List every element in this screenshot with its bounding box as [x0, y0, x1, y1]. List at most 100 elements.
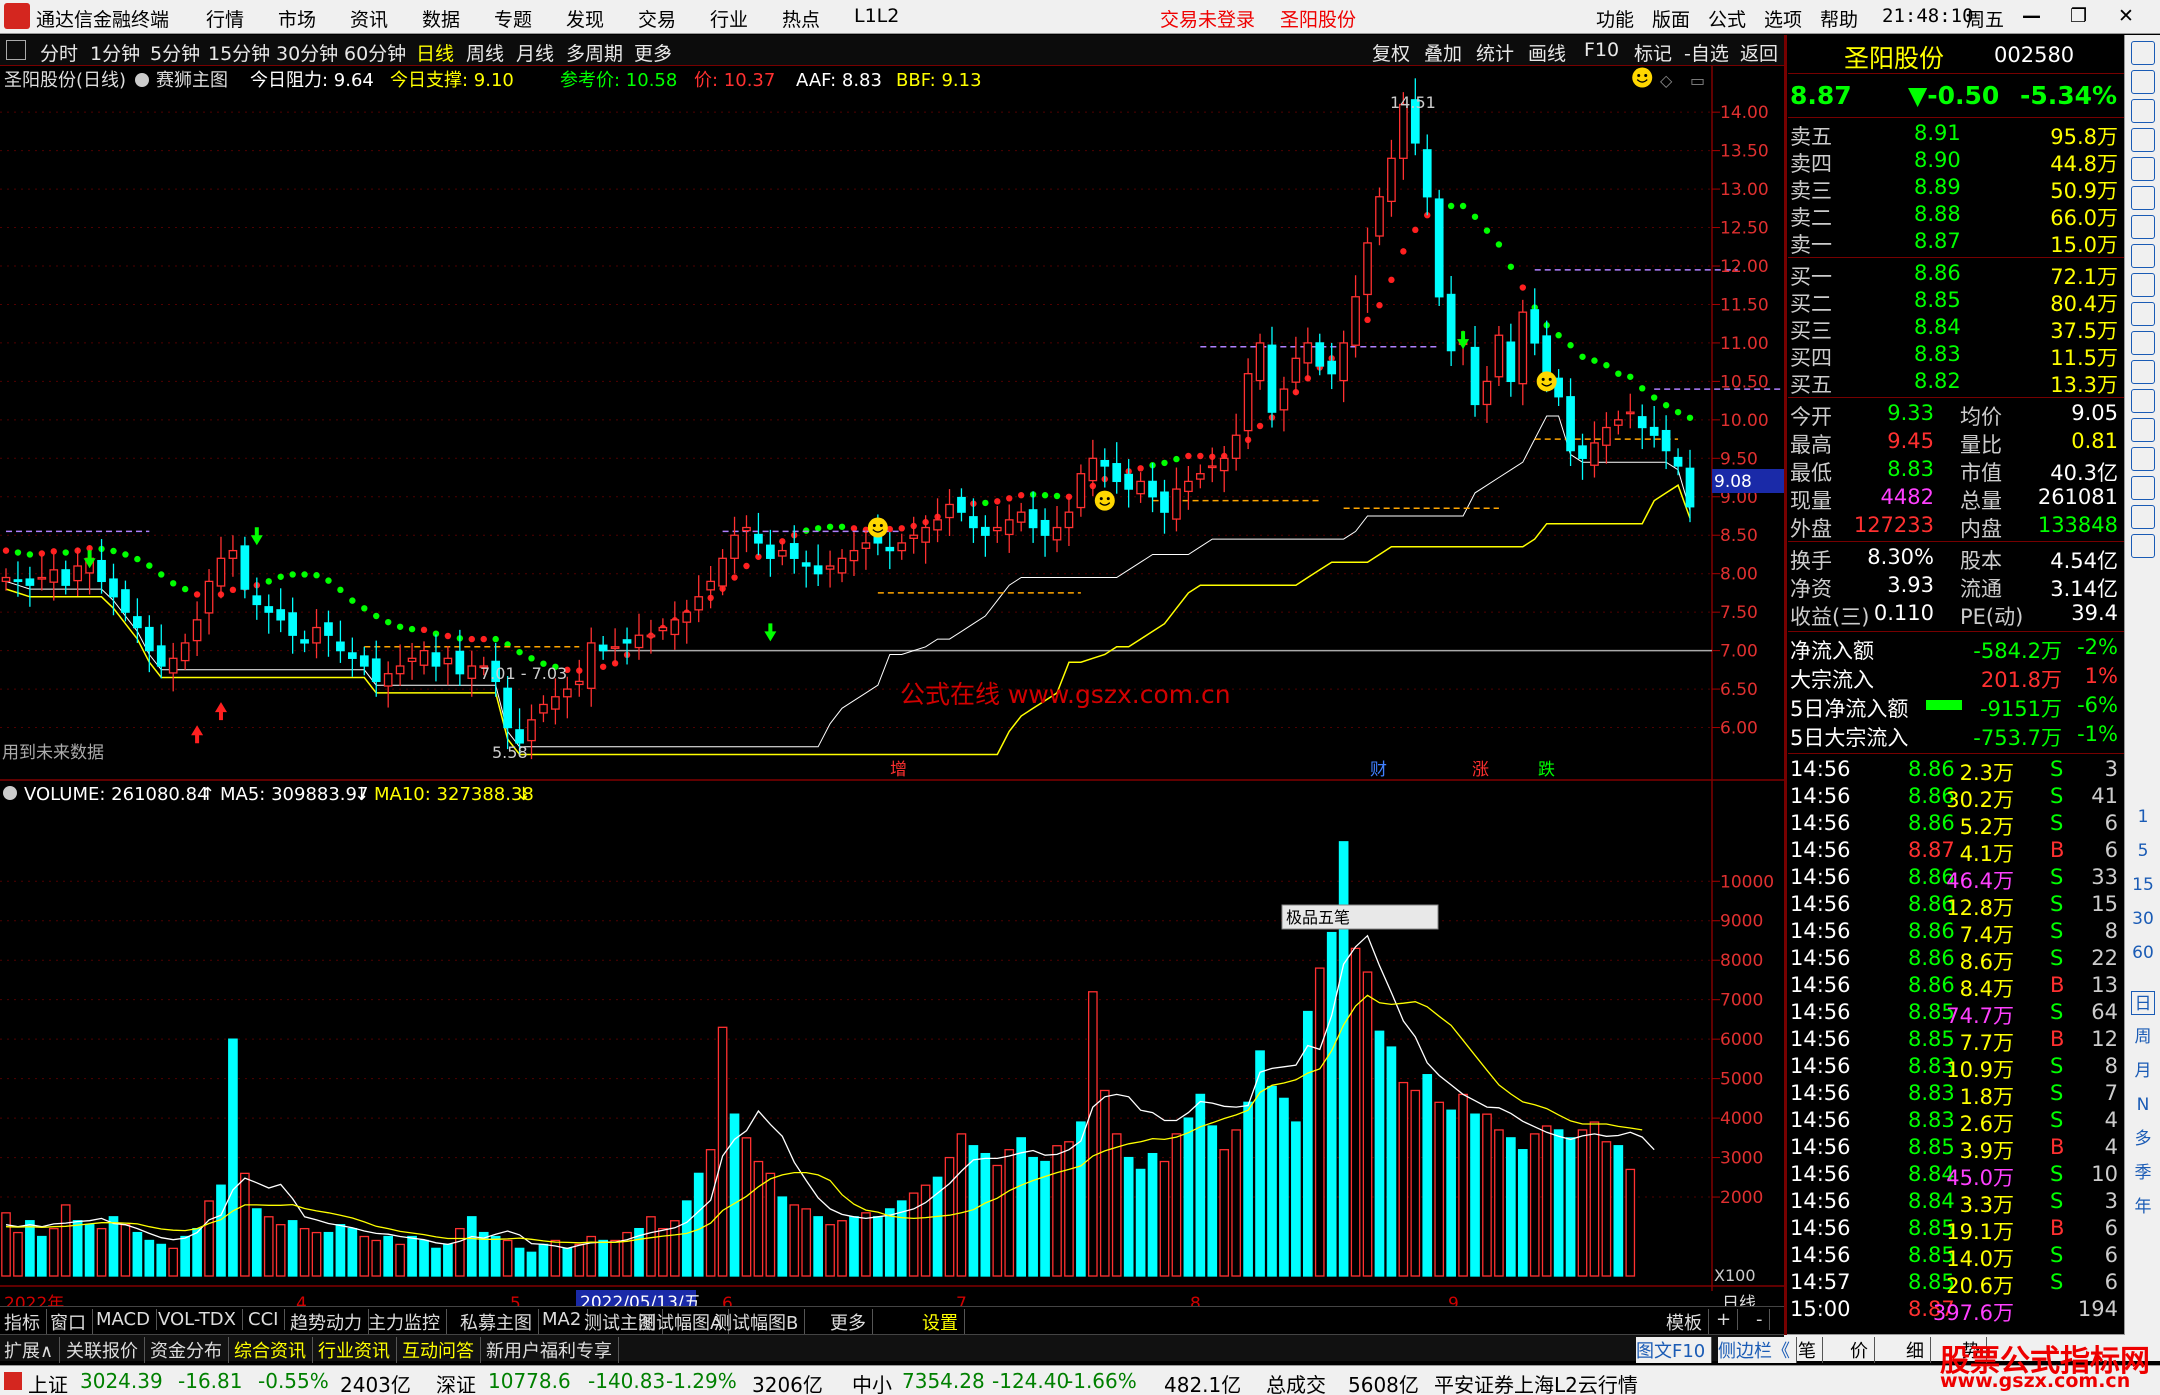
sidebar-tool-icon[interactable]: [2131, 41, 2155, 65]
sidebar-minute-30[interactable]: 30: [2131, 907, 2155, 931]
tool-biaoji[interactable]: 标记: [1634, 39, 1672, 66]
menu-xuanxiang[interactable]: 选项: [1764, 5, 1802, 32]
period-fenshi[interactable]: 分时: [40, 39, 78, 66]
period-weekly[interactable]: 周线: [466, 39, 504, 66]
expand-icon[interactable]: ▭: [1690, 71, 1705, 90]
indicator-tab-16[interactable]: -: [1756, 1309, 1770, 1330]
menu-shichang[interactable]: 市场: [278, 5, 316, 32]
tool-fanhui[interactable]: 返回: [1740, 39, 1778, 66]
extension-tab-6[interactable]: 新用户福利专享: [486, 1337, 619, 1363]
sh-name[interactable]: 上证: [28, 1369, 68, 1395]
sidebar-tool-icon[interactable]: [2131, 302, 2155, 326]
menu-jiaoyi[interactable]: 交易: [638, 5, 676, 32]
sidebar-tool-icon[interactable]: [2131, 418, 2155, 442]
extension-tab-3[interactable]: 综合资讯: [234, 1337, 313, 1363]
menu-hangqing[interactable]: 行情: [206, 5, 244, 32]
sidebar-minute-60[interactable]: 60: [2131, 941, 2155, 965]
event-zhang[interactable]: 涨: [1472, 760, 1489, 780]
sidebar-period-3[interactable]: N: [2131, 1093, 2155, 1117]
kline-chart[interactable]: 14.00 13.50 13.00 12.50 12.00 11.50 11.00 10.50…: [0, 66, 1784, 1312]
event-die[interactable]: 跌: [1538, 760, 1555, 780]
period-15min[interactable]: 15分钟: [208, 39, 270, 66]
right-tab-0[interactable]: 图文F10: [1636, 1337, 1713, 1363]
sidebar-tool-icon[interactable]: [2131, 186, 2155, 210]
sidebar-tool-icon[interactable]: [2131, 70, 2155, 94]
menu-faxian[interactable]: 发现: [566, 5, 604, 32]
indicator-dropdown-icon[interactable]: [135, 73, 149, 87]
right-tab-3[interactable]: 价: [1850, 1337, 1875, 1363]
period-monthly[interactable]: 月线: [516, 39, 554, 66]
indicator-tab-4[interactable]: CCI: [248, 1309, 286, 1330]
indicator-tab-5[interactable]: 趋势动力: [290, 1309, 369, 1335]
period-1min[interactable]: 1分钟: [90, 39, 140, 66]
sidebar-tool-icon[interactable]: [2131, 534, 2155, 558]
sidebar-tool-icon[interactable]: [2131, 389, 2155, 413]
period-5min[interactable]: 5分钟: [150, 39, 200, 66]
sidebar-minute-1[interactable]: 1: [2131, 805, 2155, 829]
sidebar-minute-5[interactable]: 5: [2131, 839, 2155, 863]
extension-tab-1[interactable]: 关联报价: [66, 1337, 145, 1363]
event-cai[interactable]: 财: [1370, 760, 1387, 780]
period-multi[interactable]: 多周期: [566, 39, 623, 66]
chart-menu-icon[interactable]: [6, 40, 26, 60]
indicator-tab-0[interactable]: 指标: [4, 1309, 47, 1335]
volume-dropdown-icon[interactable]: [3, 786, 17, 800]
indicator-tab-8[interactable]: MA2: [542, 1309, 589, 1330]
sidebar-tool-icon[interactable]: [2131, 476, 2155, 500]
right-tab-2[interactable]: 笔: [1798, 1337, 1823, 1363]
menu-l1l2[interactable]: L1L2: [854, 5, 899, 27]
indicator-tab-15[interactable]: +: [1716, 1309, 1739, 1330]
menu-gongshi[interactable]: 公式: [1708, 5, 1746, 32]
chart-indicator-name[interactable]: 赛狮主图: [156, 70, 228, 91]
indicator-tab-6[interactable]: 主力监控: [368, 1309, 447, 1335]
restore-icon[interactable]: ❐: [2070, 5, 2087, 27]
menu-banmian[interactable]: 版面: [1652, 5, 1690, 32]
indicator-tab-3[interactable]: VOL-TDX: [158, 1309, 243, 1330]
sidebar-period-2[interactable]: 月: [2131, 1059, 2155, 1083]
tool-fuquan[interactable]: 复权: [1372, 39, 1410, 66]
sidebar-tool-icon[interactable]: [2131, 244, 2155, 268]
period-daily[interactable]: 日线: [416, 39, 454, 66]
tool-huaxian[interactable]: 画线: [1528, 39, 1566, 66]
right-tab-1[interactable]: 侧边栏《: [1718, 1337, 1797, 1363]
close-icon[interactable]: ✕: [2118, 5, 2134, 27]
menu-zhuanti[interactable]: 专题: [494, 5, 532, 32]
tool-f10[interactable]: F10: [1584, 39, 1619, 61]
sidebar-minute-15[interactable]: 15: [2131, 873, 2155, 897]
sidebar-tool-icon[interactable]: [2131, 215, 2155, 239]
sidebar-period-5[interactable]: 季: [2131, 1161, 2155, 1185]
zx-name[interactable]: 中小: [852, 1369, 892, 1395]
indicator-tab-2[interactable]: MACD: [96, 1309, 157, 1330]
menu-shuju[interactable]: 数据: [422, 5, 460, 32]
sidebar-tool-icon[interactable]: [2131, 360, 2155, 384]
indicator-tab-1[interactable]: 窗口: [50, 1309, 93, 1335]
sidebar-period-0[interactable]: 日: [2131, 991, 2155, 1015]
indicator-tab-11[interactable]: 测试幅图B: [714, 1309, 806, 1335]
chevron-right-icon[interactable]: ›: [664, 39, 672, 61]
sidebar-period-4[interactable]: 多: [2131, 1127, 2155, 1151]
period-30min[interactable]: 30分钟: [276, 39, 338, 66]
minimize-icon[interactable]: —: [2022, 5, 2041, 27]
menu-bangzhu[interactable]: 帮助: [1820, 5, 1858, 32]
sidebar-tool-icon[interactable]: [2131, 99, 2155, 123]
tool-zixuan[interactable]: -自选: [1684, 39, 1729, 66]
sidebar-period-1[interactable]: 周: [2131, 1025, 2155, 1049]
indicator-tab-12[interactable]: 更多: [830, 1309, 873, 1335]
sidebar-tool-icon[interactable]: [2131, 505, 2155, 529]
sz-name[interactable]: 深证: [436, 1369, 476, 1395]
diamond-icon[interactable]: ◇: [1660, 71, 1673, 90]
menu-gongneng[interactable]: 功能: [1596, 5, 1634, 32]
event-zeng[interactable]: 增: [890, 760, 907, 780]
tool-diejia[interactable]: 叠加: [1424, 39, 1462, 66]
tool-tongji[interactable]: 统计: [1476, 39, 1514, 66]
extension-tab-4[interactable]: 行业资讯: [318, 1337, 397, 1363]
sidebar-tool-icon[interactable]: [2131, 128, 2155, 152]
period-60min[interactable]: 60分钟: [344, 39, 406, 66]
sidebar-period-6[interactable]: 年: [2131, 1195, 2155, 1219]
sidebar-tool-icon[interactable]: [2131, 157, 2155, 181]
indicator-tab-14[interactable]: 模板: [1666, 1309, 1709, 1335]
extension-tab-2[interactable]: 资金分布: [150, 1337, 229, 1363]
extension-tab-5[interactable]: 互动问答: [402, 1337, 481, 1363]
sidebar-tool-icon[interactable]: [2131, 447, 2155, 471]
menu-hangye[interactable]: 行业: [710, 5, 748, 32]
